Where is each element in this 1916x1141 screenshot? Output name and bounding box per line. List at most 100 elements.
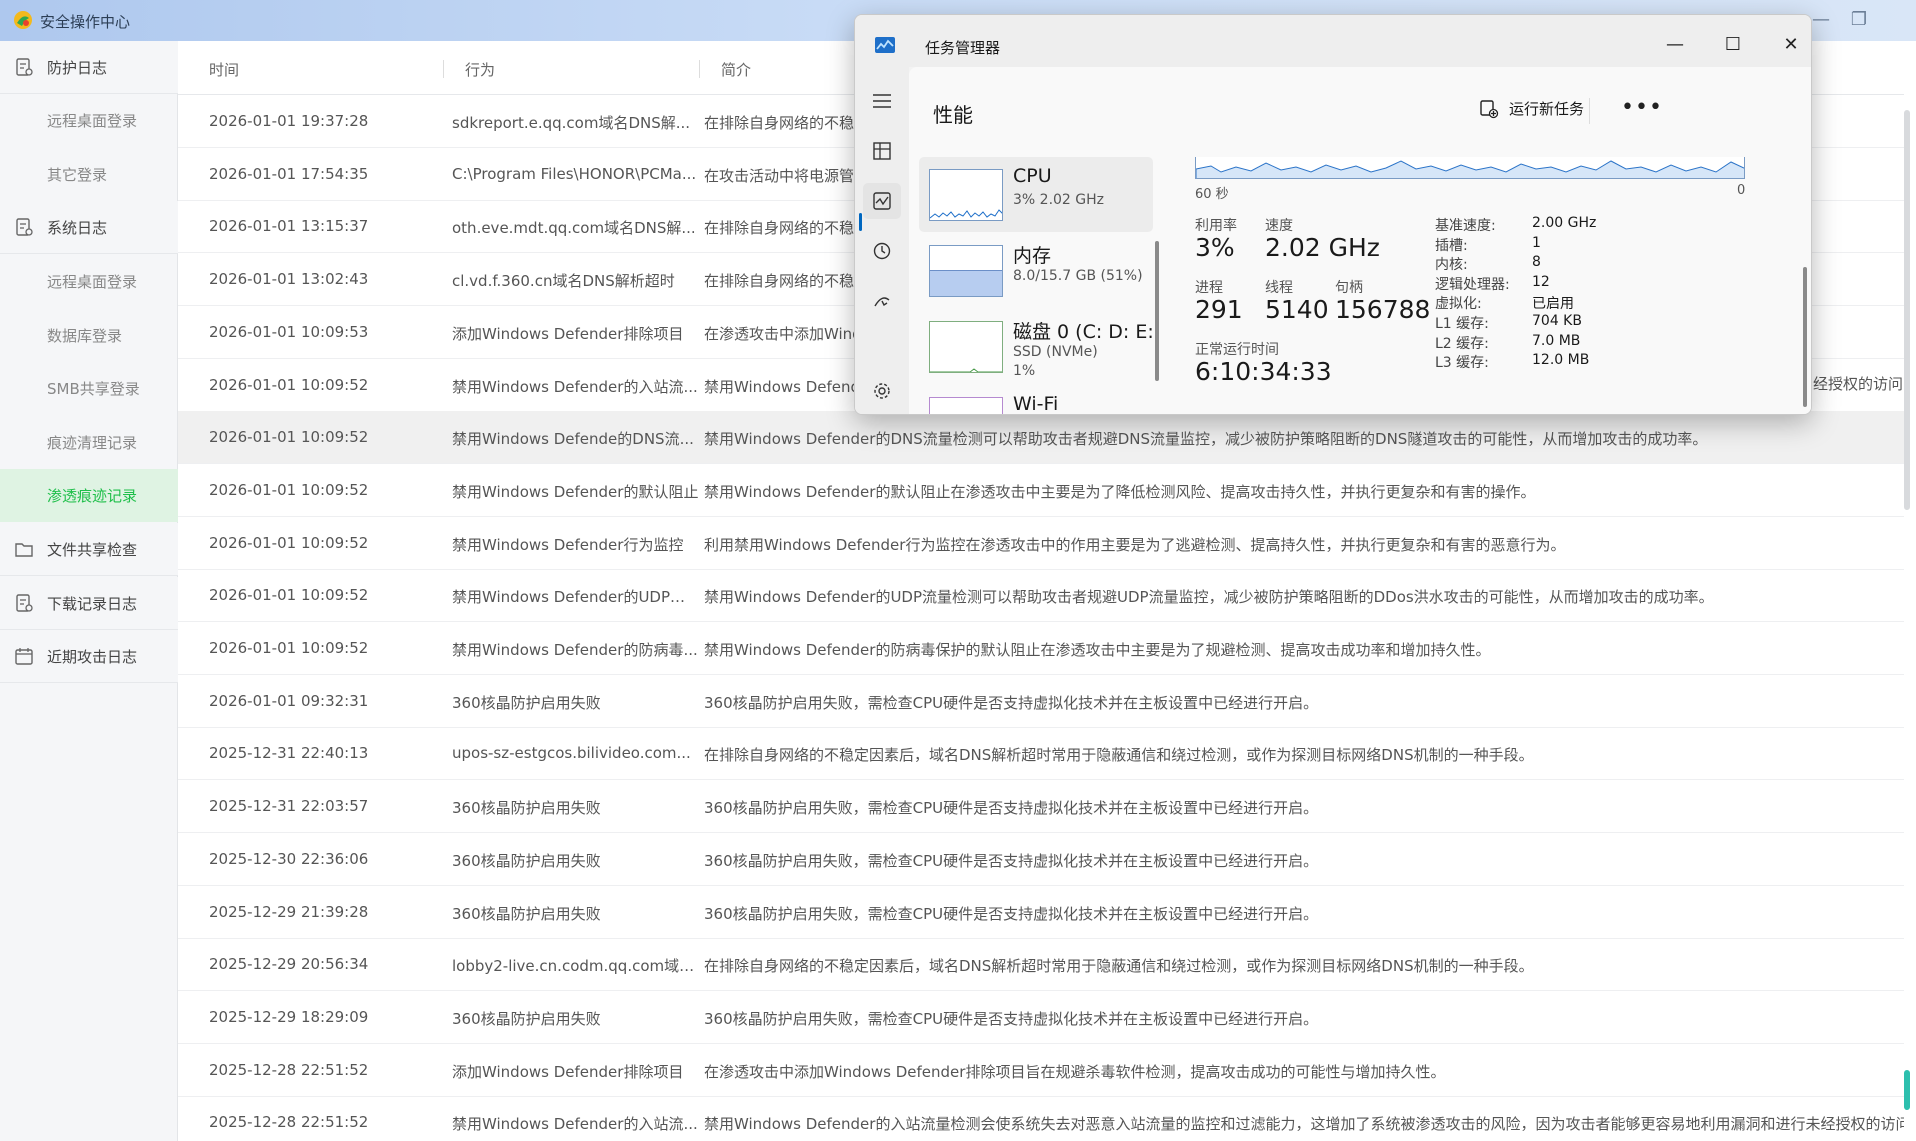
- details-scrollbar[interactable]: [1803, 267, 1807, 407]
- task-manager-nav: [855, 67, 909, 414]
- sidebar-item-recent-attack-log[interactable]: 近期攻击日志: [0, 630, 178, 683]
- utilization-value: 3%: [1195, 233, 1235, 262]
- table-row[interactable]: 2025-12-30 22:36:06 360核晶防护启用失败 360核晶防护启用失…: [178, 833, 1904, 886]
- graph-time-left-label: 60 秒: [1195, 187, 1229, 202]
- table-row[interactable]: 2026-01-01 10:09:52 禁用Windows Defender的防病…: [178, 622, 1904, 675]
- resource-item-memory[interactable]: 内存 8.0/15.7 GB (51%): [919, 233, 1153, 308]
- table-row[interactable]: 2025-12-31 22:03:57 360核晶防护启用失败 360核晶防护启用失…: [178, 780, 1904, 834]
- menu-icon[interactable]: [863, 83, 901, 119]
- cell-description: 在渗透攻击中添加Windows Defender排除项目旨在规避杀毒软件检测，提…: [704, 1062, 1446, 1081]
- detail-value: 12.0 MB: [1532, 352, 1590, 369]
- scroll-indicator[interactable]: [1904, 1070, 1910, 1110]
- table-row[interactable]: 2026-01-01 10:09:52 禁用Windows Defender的默认…: [178, 464, 1904, 517]
- more-options-button[interactable]: •••: [1621, 95, 1663, 120]
- app-logo-icon: [14, 11, 32, 29]
- cell-time: 2025-12-29 20:56:34: [209, 955, 369, 974]
- sidebar-item-label: 其它登录: [47, 166, 108, 184]
- sidebar-item-penetration-trace[interactable]: 渗透痕迹记录: [0, 469, 178, 522]
- speed-value: 2.02 GHz: [1265, 233, 1380, 262]
- history-icon[interactable]: [863, 233, 901, 269]
- column-divider[interactable]: [443, 60, 444, 78]
- table-row[interactable]: 2026-01-01 10:09:52 禁用Windows Defender的UD…: [178, 569, 1904, 623]
- run-new-task-button[interactable]: 运行新任务: [1479, 98, 1584, 119]
- resource-name: Wi-Fi: [1013, 393, 1059, 415]
- table-scrollbar[interactable]: [1904, 110, 1910, 510]
- sidebar-item-protection-log[interactable]: 防护日志: [0, 41, 178, 94]
- sidebar-item-remote-desktop-login-2[interactable]: 远程桌面登录: [0, 255, 178, 308]
- cell-description: 360核晶防护启用失败，需检查CPU硬件是否支持虚拟化技术并在主板设置中已经进行…: [704, 904, 1319, 923]
- task-manager-app-icon: [875, 37, 895, 53]
- task-manager-titlebar[interactable]: 任务管理器 — ☐ ✕: [855, 15, 1811, 67]
- disk-thumbnail-graph: [929, 321, 1003, 373]
- minimize-icon[interactable]: —: [1655, 28, 1695, 62]
- cell-action: 禁用Windows Defender的防病毒...: [452, 641, 698, 659]
- resource-detail: SSD (NVMe): [1013, 344, 1098, 360]
- cell-action: 添加Windows Defender排除项目: [452, 324, 684, 343]
- memory-thumbnail-graph: [929, 245, 1003, 297]
- sidebar-item-label: 痕迹清理记录: [47, 434, 138, 452]
- cell-time: 2026-01-01 13:15:37: [209, 217, 369, 236]
- column-divider[interactable]: [699, 60, 700, 78]
- cell-time: 2026-01-01 10:09:52: [209, 639, 369, 657]
- sidebar-item-database-login[interactable]: 数据库登录: [0, 309, 178, 362]
- maximize-icon[interactable]: ☐: [1713, 28, 1753, 62]
- processes-label: 进程: [1195, 280, 1223, 296]
- column-header-action[interactable]: 行为: [465, 59, 495, 80]
- table-row[interactable]: 2025-12-28 22:51:52 添加Windows Defender排除项…: [178, 1044, 1904, 1097]
- cell-action: cl.vd.f.360.cn域名DNS解析超时: [452, 272, 675, 291]
- detail-key: L1 缓存:: [1435, 316, 1489, 332]
- table-row[interactable]: 2026-01-01 10:09:52 禁用Windows Defender行为监…: [178, 517, 1904, 570]
- cell-description: 禁用Windows Defender的防病毒保护的默认阻止在渗透攻击中主要是为了…: [704, 641, 1491, 659]
- detail-value: 1: [1532, 234, 1541, 251]
- settings-icon[interactable]: [863, 373, 901, 409]
- resource-name: 内存: [1013, 245, 1052, 267]
- table-row[interactable]: 2025-12-29 20:56:34 lobby2-live.cn.codm.q…: [178, 938, 1904, 992]
- resource-list-scrollbar[interactable]: [1155, 241, 1159, 381]
- threads-value: 5140: [1265, 295, 1329, 324]
- table-row[interactable]: 2025-12-28 22:51:52 禁用Windows Defender的入站…: [178, 1096, 1904, 1141]
- resource-item-cpu[interactable]: CPU 3% 2.02 GHz: [919, 157, 1153, 232]
- processes-icon[interactable]: [863, 133, 901, 169]
- cell-action: 禁用Windows Defender的入站流...: [452, 377, 698, 396]
- cell-time: 2026-01-01 10:09:52: [209, 375, 369, 394]
- detail-value: 已启用: [1532, 296, 1574, 313]
- detail-key: 内核:: [1435, 257, 1468, 274]
- table-row[interactable]: 2026-01-01 10:09:52 禁用Windows Defende的DNS…: [178, 411, 1904, 465]
- sidebar-item-file-share-check[interactable]: 文件共享检查: [0, 523, 178, 576]
- cell-time: 2026-01-01 13:02:43: [209, 270, 369, 289]
- cell-time: 2025-12-31 22:40:13: [209, 744, 369, 763]
- sidebar-item-system-log[interactable]: 系统日志: [0, 201, 178, 254]
- table-row[interactable]: 2025-12-29 18:29:09 360核晶防护启用失败 360核晶防护启用失…: [178, 991, 1904, 1044]
- page-title: 性能: [933, 103, 973, 127]
- minimize-icon[interactable]: —: [1810, 9, 1832, 31]
- resource-item-disk[interactable]: 磁盘 0 (C: D: E: SSD (NVMe) 1%: [919, 309, 1154, 384]
- cell-action: lobby2-live.cn.codm.qq.com域名...: [452, 957, 699, 976]
- column-header-desc[interactable]: 简介: [721, 59, 751, 80]
- cell-description: 禁用Windows Defender的DNS流量检测可以帮助攻击者规避DNS流量…: [704, 430, 1708, 449]
- log-icon: [16, 594, 33, 612]
- log-icon: [16, 58, 33, 76]
- utilization-label: 利用率: [1195, 218, 1237, 234]
- column-header-time[interactable]: 时间: [209, 59, 239, 80]
- cell-description: 禁用Windows Defender的默认阻止在渗透攻击中主要是为了降低检测风险…: [704, 482, 1536, 501]
- handles-label: 句柄: [1335, 280, 1363, 296]
- cell-time: 2026-01-01 10:09:52: [209, 533, 369, 552]
- restore-icon[interactable]: ❐: [1848, 9, 1870, 31]
- table-row[interactable]: 2025-12-29 21:39:28 360核晶防护启用失败 360核晶防护启用失…: [178, 886, 1904, 939]
- table-row[interactable]: 2026-01-01 09:32:31 360核晶防护启用失败 360核晶防护启用失…: [178, 675, 1904, 728]
- cell-action: 禁用Windows Defender的入站流...: [452, 1115, 698, 1134]
- sidebar-item-download-log[interactable]: 下载记录日志: [0, 577, 178, 630]
- close-icon[interactable]: ✕: [1771, 28, 1811, 62]
- resource-list: CPU 3% 2.02 GHz 内存 8.0/15.7 GB (51%) 磁盘 …: [909, 157, 1171, 415]
- resource-item-wifi[interactable]: Wi-Fi: [919, 385, 1153, 415]
- startup-icon[interactable]: [863, 283, 901, 319]
- sidebar-item-other-login[interactable]: 其它登录: [0, 148, 178, 201]
- sidebar-item-remote-desktop-login[interactable]: 远程桌面登录: [0, 94, 178, 147]
- cell-action: 禁用Windows Defender行为监控: [452, 535, 684, 554]
- cell-description: 360核晶防护启用失败，需检查CPU硬件是否支持虚拟化技术并在主板设置中已经进行…: [704, 693, 1319, 712]
- sidebar-item-trace-cleanup[interactable]: 痕迹清理记录: [0, 416, 178, 469]
- performance-icon[interactable]: [863, 183, 901, 219]
- sidebar-item-smb-login[interactable]: SMB共享登录: [0, 362, 178, 415]
- table-row[interactable]: 2025-12-31 22:40:13 upos-sz-estgcos.biliv…: [178, 727, 1904, 781]
- task-manager-window: 任务管理器 — ☐ ✕ 性能 运行新任务 ••• CPU 3% 2.02 GHz…: [854, 14, 1812, 415]
